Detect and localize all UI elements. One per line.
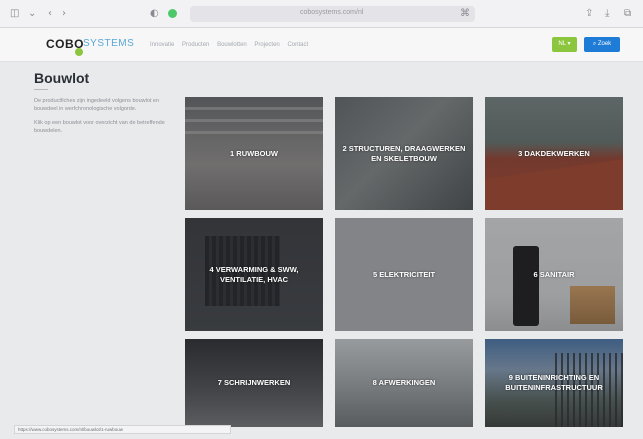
tile-label: 4 VERWARMING & SWW, VENTILATIE, HVAC bbox=[209, 264, 299, 284]
tile-label: 6 SANITAIR bbox=[533, 269, 575, 279]
intro-paragraph-2: Klik op een bouwlot voor overzicht van d… bbox=[34, 120, 165, 134]
tile-label: 5 ELEKTRICITEIT bbox=[372, 269, 436, 279]
status-url: https://www.cobosystems.com/nl/bouwlot/1… bbox=[18, 427, 124, 432]
tile-label: 8 AFWERKINGEN bbox=[372, 378, 436, 387]
sidebar-icon[interactable]: ◫ bbox=[10, 8, 19, 20]
nav-item-bouwlotten[interactable]: Bouwlotten bbox=[217, 42, 247, 48]
tile-buiteninrichting[interactable]: 9 BUITENINRICHTING EN BUITENINFRASTRUCTU… bbox=[485, 339, 623, 427]
logo-suffix: SYSTEMS bbox=[83, 38, 135, 49]
tile-label: 1 RUWBOUW bbox=[230, 148, 278, 158]
tile-label: 7 SCHRIJNWERKEN bbox=[217, 378, 291, 387]
title-divider bbox=[34, 89, 48, 90]
tile-structuren[interactable]: 2 STRUCTUREN, DRAAGWERKEN EN SKELETBOUW bbox=[335, 97, 473, 210]
tile-label: 2 STRUCTUREN, DRAAGWERKEN EN SKELETBOUW bbox=[342, 143, 466, 163]
nav-item-projecten[interactable]: Projecten bbox=[254, 42, 279, 48]
logo-mark-icon bbox=[75, 48, 83, 56]
status-bar: https://www.cobosystems.com/nl/bouwlot/1… bbox=[14, 425, 231, 434]
address-url: cobosystems.com/nl bbox=[300, 9, 364, 16]
page-title: Bouwlot bbox=[34, 70, 90, 86]
back-icon[interactable]: ‹ bbox=[48, 8, 52, 20]
main-nav: Innovatie Producten Bouwlotten Projecten… bbox=[150, 42, 314, 48]
chevron-down-icon[interactable]: ⌄ bbox=[28, 8, 36, 20]
tile-label: 9 BUITENINRICHTING EN BUITENINFRASTRUCTU… bbox=[505, 373, 603, 392]
shield-icon[interactable]: ◐ bbox=[150, 8, 159, 20]
download-icon[interactable]: ⤓ bbox=[605, 8, 609, 20]
tile-sanitair[interactable]: 6 SANITAIR bbox=[485, 218, 623, 331]
nav-item-contact[interactable]: Contact bbox=[287, 42, 308, 48]
browser-toolbar: ◫ ⌄ ‹ › ◐ cobosystems.com/nl ⌘ ⇪ ⤓ ⧉ bbox=[0, 0, 643, 28]
share-icon[interactable]: ⇪ bbox=[585, 8, 593, 20]
intro-paragraph-1: De productfiches zijn ingedeeld volgens … bbox=[34, 98, 160, 112]
address-bar[interactable]: cobosystems.com/nl bbox=[190, 6, 475, 22]
tile-verwarming[interactable]: 4 VERWARMING & SWW, VENTILATIE, HVAC bbox=[185, 218, 323, 331]
forward-icon[interactable]: › bbox=[62, 8, 66, 20]
extension-icon[interactable] bbox=[168, 9, 177, 18]
tile-elektriciteit[interactable]: 5 ELEKTRICITEIT bbox=[335, 218, 473, 331]
tile-dakdekwerken[interactable]: 3 DAKDEKWERKEN bbox=[485, 97, 623, 210]
intro-text: De productfiches zijn ingedeeld volgens … bbox=[34, 97, 174, 141]
tile-schrijnwerken[interactable]: 7 SCHRIJNWERKEN bbox=[185, 339, 323, 427]
nav-item-producten[interactable]: Producten bbox=[182, 42, 209, 48]
nav-item-innovatie[interactable]: Innovatie bbox=[150, 42, 174, 48]
site-header: COBO SYSTEMS Innovatie Producten Bouwlot… bbox=[0, 28, 643, 62]
translate-icon[interactable]: ⌘ bbox=[460, 8, 470, 20]
language-button[interactable]: NL ▾ bbox=[552, 37, 577, 52]
tile-label: 3 DAKDEKWERKEN bbox=[518, 148, 590, 158]
tabs-icon[interactable]: ⧉ bbox=[624, 8, 631, 20]
search-button[interactable]: ⌕ Zoek bbox=[584, 37, 620, 52]
tile-afwerkingen[interactable]: 8 AFWERKINGEN bbox=[335, 339, 473, 427]
tile-ruwbouw[interactable]: 1 RUWBOUW bbox=[185, 97, 323, 210]
